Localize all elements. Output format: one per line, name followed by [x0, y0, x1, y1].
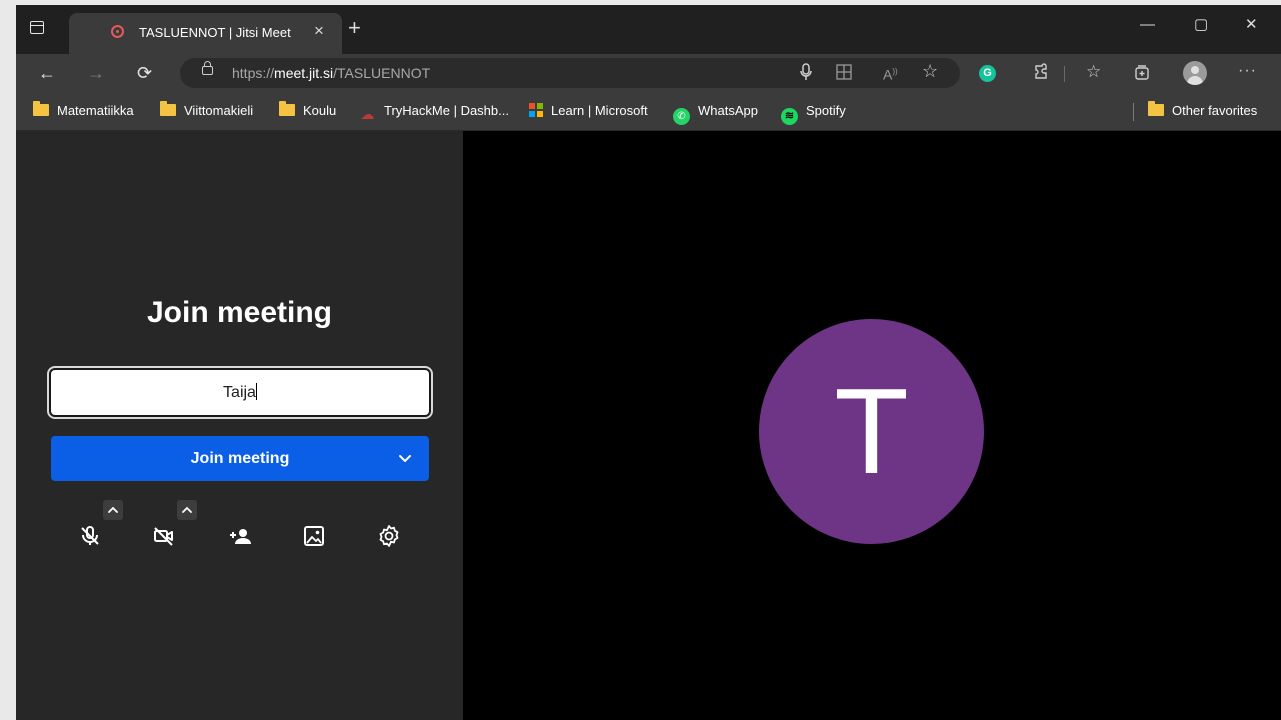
more-options-icon[interactable]: ···	[1238, 61, 1257, 81]
collections-icon[interactable]	[1133, 63, 1151, 87]
other-favorites[interactable]: Other favorites	[1148, 101, 1257, 121]
participant-avatar: T	[759, 319, 984, 544]
folder-icon	[1148, 101, 1164, 116]
prejoin-title: Join meeting	[146, 296, 333, 329]
microsoft-icon	[529, 103, 543, 117]
grammarly-icon[interactable]: G	[979, 65, 996, 82]
recording-favicon-icon	[111, 25, 124, 38]
whatsapp-icon: ✆	[673, 108, 690, 125]
address-url: https://meet.jit.si/TASLUENNOT	[232, 65, 431, 81]
lock-icon[interactable]	[202, 61, 213, 75]
add-favorite-icon[interactable]: ☆	[922, 61, 938, 81]
virtual-background-icon[interactable]	[294, 516, 334, 556]
microphone-muted-icon[interactable]	[70, 516, 110, 556]
favorite-koulu[interactable]: Koulu	[279, 101, 336, 121]
text-caret	[255, 383, 257, 400]
browser-window: TASLUENNOT | Jitsi Meet × + — ▢ ✕ ← → ⟳ …	[16, 5, 1281, 720]
tryhackme-icon: ☁	[360, 106, 375, 122]
spotify-icon: ≋	[781, 108, 798, 125]
reload-icon[interactable]: ⟳	[137, 62, 152, 84]
back-icon[interactable]: ←	[38, 62, 56, 84]
forward-icon[interactable]: →	[87, 62, 105, 84]
favorite-tryhackme[interactable]: ☁ TryHackMe | Dashb...	[359, 101, 509, 122]
camera-off-icon[interactable]	[144, 516, 184, 556]
favorites-icon[interactable]: ☆	[1086, 62, 1101, 82]
maximize-button[interactable]: ▢	[1194, 15, 1208, 35]
display-name-value: Taija	[223, 384, 256, 401]
favorites-bar: Matematiikka Viittomakieli Koulu ☁ TryHac…	[16, 93, 1281, 131]
folder-icon	[279, 101, 295, 116]
extensions-icon[interactable]	[1033, 63, 1051, 87]
join-meeting-button[interactable]: Join meeting	[51, 436, 429, 481]
invite-people-icon[interactable]	[220, 516, 260, 556]
display-name-input[interactable]: Taija	[47, 366, 433, 419]
toolbar-divider	[1064, 66, 1065, 82]
tab-strip: TASLUENNOT | Jitsi Meet × + — ▢ ✕	[16, 5, 1281, 54]
chevron-down-icon[interactable]	[395, 448, 415, 468]
folder-icon	[160, 101, 176, 116]
app-available-icon[interactable]	[836, 64, 852, 86]
read-aloud-icon[interactable]: A))	[883, 62, 898, 85]
favorite-viittomakieli[interactable]: Viittomakieli	[160, 101, 253, 121]
close-window-button[interactable]: ✕	[1245, 15, 1258, 35]
favorite-learn-microsoft[interactable]: Learn | Microsoft	[529, 101, 648, 121]
tab-title: TASLUENNOT | Jitsi Meet	[139, 25, 291, 40]
prejoin-panel: Join meeting Taija Join meeting	[16, 131, 463, 720]
tab-active[interactable]: TASLUENNOT | Jitsi Meet ×	[69, 13, 342, 54]
join-meeting-label: Join meeting	[190, 450, 290, 467]
favorite-matematiikka[interactable]: Matematiikka	[33, 101, 134, 121]
minimize-button[interactable]: —	[1140, 15, 1155, 35]
browser-toolbar: ← → ⟳ https://meet.jit.si/TASLUENNOT A))…	[16, 54, 1281, 93]
tab-close-icon[interactable]: ×	[314, 21, 324, 41]
settings-icon[interactable]	[369, 516, 409, 556]
favorite-whatsapp[interactable]: ✆ WhatsApp	[673, 101, 758, 125]
folder-icon	[33, 101, 49, 116]
tab-actions-icon[interactable]	[30, 21, 46, 37]
favorites-divider	[1133, 103, 1134, 121]
page-content: Join meeting Taija Join meeting T	[16, 131, 1281, 720]
profile-avatar-icon[interactable]	[1183, 61, 1207, 85]
favorite-spotify[interactable]: ≋ Spotify	[781, 101, 846, 125]
new-tab-button[interactable]: +	[348, 17, 361, 39]
microphone-permission-icon[interactable]	[800, 63, 812, 87]
address-bar[interactable]: https://meet.jit.si/TASLUENNOT A)) ☆	[180, 58, 960, 88]
